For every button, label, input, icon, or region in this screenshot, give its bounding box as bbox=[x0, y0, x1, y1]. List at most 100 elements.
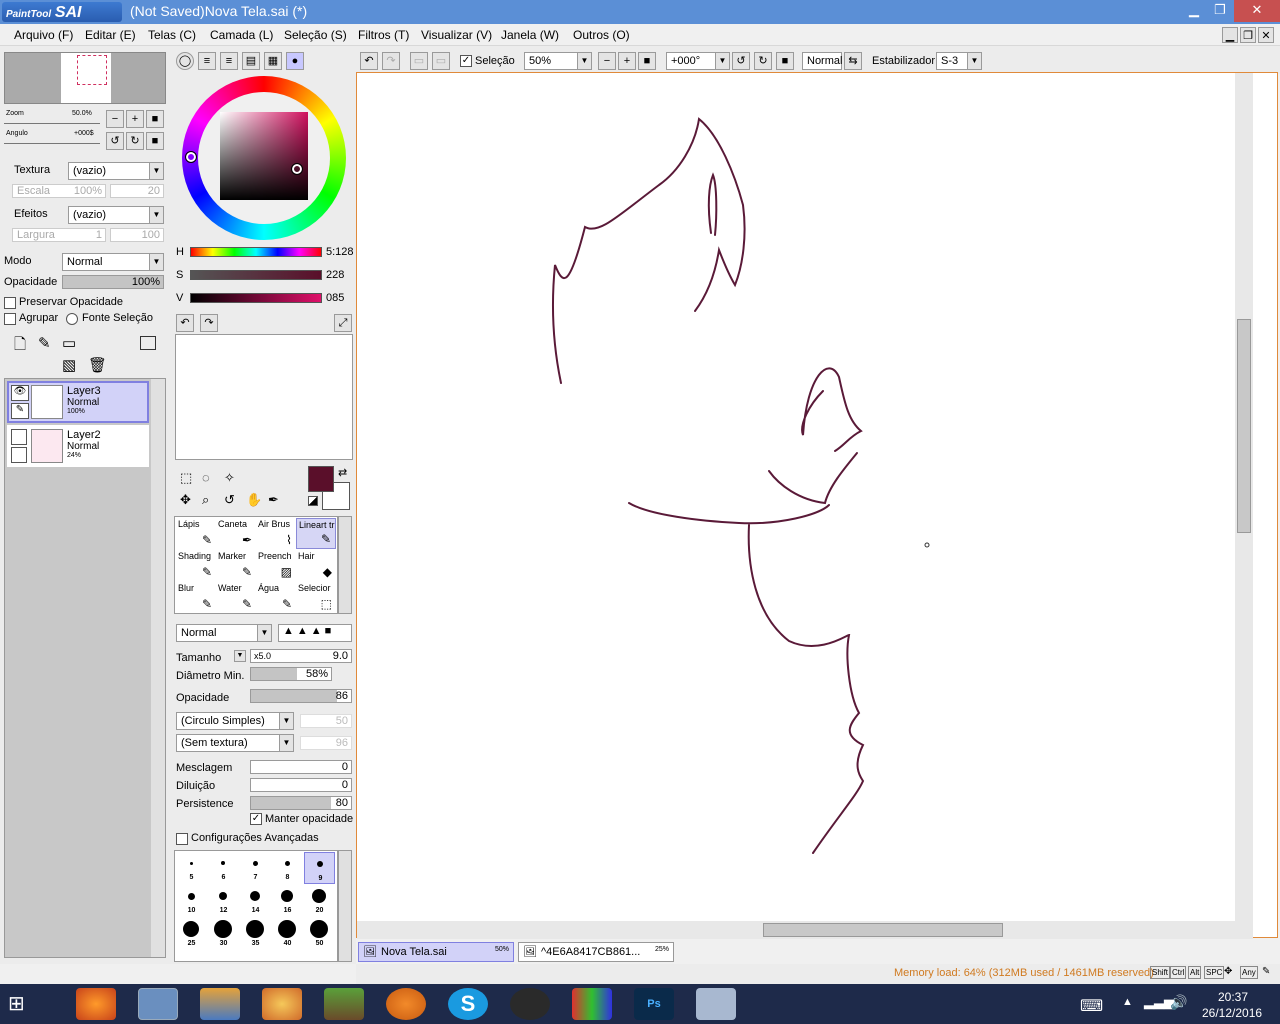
canvas-area[interactable] bbox=[356, 72, 1278, 939]
advanced-settings-checkbox[interactable] bbox=[176, 833, 188, 845]
horizontal-scrollbar[interactable] bbox=[357, 921, 1253, 939]
brush-size-cell[interactable]: 40 bbox=[272, 918, 303, 950]
skype-icon[interactable]: S bbox=[448, 988, 488, 1020]
flip-view-button[interactable]: ⇆ bbox=[844, 52, 862, 70]
zoom-reset-button[interactable]: ■ bbox=[146, 110, 164, 128]
selection-source-radio[interactable] bbox=[66, 313, 78, 325]
invert-selection-button[interactable]: ▭ bbox=[432, 52, 450, 70]
zoom-select[interactable]: 50% ▼ bbox=[524, 52, 592, 70]
hue-cursor[interactable] bbox=[185, 151, 197, 163]
toolbar-zoom-out-button[interactable]: − bbox=[598, 52, 616, 70]
toolbar-rotate-left-button[interactable]: ↺ bbox=[732, 52, 750, 70]
tool--gua[interactable]: Água ✎ bbox=[256, 582, 296, 613]
toolbar-zoom-reset-button[interactable]: ■ bbox=[638, 52, 656, 70]
brush-blend-select[interactable]: Normal ▼ bbox=[176, 624, 272, 642]
clear-layer-icon[interactable]: ▧ bbox=[62, 356, 76, 374]
rotate-tool-icon[interactable]: ↺ bbox=[224, 492, 235, 508]
toolbar-zoom-in-button[interactable]: + bbox=[618, 52, 636, 70]
brush-size-cell[interactable]: 10 bbox=[176, 885, 207, 917]
hand-icon[interactable]: ✋ bbox=[246, 492, 262, 508]
tool-preench[interactable]: Preench ▨ bbox=[256, 550, 296, 581]
dilution-slider[interactable]: 0 bbox=[250, 778, 352, 792]
lasso-icon[interactable]: ◌ bbox=[202, 470, 210, 485]
menu-selecao[interactable]: Seleção (S) bbox=[284, 28, 347, 42]
paint-net-icon[interactable] bbox=[572, 988, 612, 1020]
brush-shape-select[interactable]: (Circulo Simples) ▼ bbox=[176, 712, 294, 730]
new-layer-icon[interactable]: 🗋 bbox=[14, 334, 26, 359]
preserve-opacity-checkbox[interactable] bbox=[4, 297, 16, 309]
vertical-scrollbar[interactable] bbox=[1235, 73, 1253, 937]
new-vector-layer-icon[interactable]: ✎ bbox=[38, 334, 51, 352]
view-mode-select[interactable]: Normal bbox=[802, 52, 842, 70]
undo-color-button[interactable]: ↶ bbox=[176, 314, 194, 332]
blend-slider[interactable]: 0 bbox=[250, 760, 352, 774]
size-grid-scrollbar[interactable] bbox=[338, 850, 352, 962]
scratchpad-expand-button[interactable]: ⤢ bbox=[334, 314, 352, 332]
mdi-restore-button[interactable]: ❐ bbox=[1240, 27, 1256, 43]
brush-size-cell[interactable]: 16 bbox=[272, 885, 303, 917]
size-mult-button[interactable]: ▼ bbox=[234, 650, 246, 662]
menu-telas[interactable]: Telas (C) bbox=[148, 28, 196, 42]
effects-select[interactable]: (vazio) ▼ bbox=[68, 206, 164, 224]
rotate-left-button[interactable]: ↺ bbox=[106, 132, 124, 150]
brush-opacity-slider[interactable]: 86 bbox=[250, 689, 352, 703]
tool-blur[interactable]: Blur ✎ bbox=[176, 582, 216, 613]
group-checkbox[interactable] bbox=[4, 313, 16, 325]
navigator-preview[interactable] bbox=[4, 52, 166, 104]
brush-size-cell[interactable]: 12 bbox=[208, 885, 239, 917]
layer-opacity-slider[interactable]: 100% bbox=[62, 275, 164, 289]
brush-size-cell[interactable]: 5 bbox=[176, 852, 207, 884]
menu-visualizar[interactable]: Visualizar (V) bbox=[421, 28, 492, 42]
brush-texture-select[interactable]: (Sem textura) ▼ bbox=[176, 734, 294, 752]
show-selection-checkbox[interactable]: ✓ bbox=[460, 55, 472, 67]
horizontal-scroll-thumb[interactable] bbox=[763, 923, 1003, 937]
tool-lineart-tr[interactable]: Lineart tr ✎ bbox=[296, 518, 336, 549]
tool-l-pis[interactable]: Lápis ✎ bbox=[176, 518, 216, 549]
brush-size-cell[interactable]: 7 bbox=[240, 852, 271, 884]
angle-select[interactable]: +000° ▼ bbox=[666, 52, 730, 70]
photoshop-icon[interactable]: Ps bbox=[634, 988, 674, 1020]
color-wheel-tab[interactable]: ◯ bbox=[176, 52, 194, 70]
menu-outros[interactable]: Outros (O) bbox=[573, 28, 630, 42]
tab-reference-image[interactable]: 🖼 ^4E6A8417CB861... 25% bbox=[518, 942, 674, 962]
menu-filtros[interactable]: Filtros (T) bbox=[358, 28, 409, 42]
texture-select[interactable]: (vazio) ▼ bbox=[68, 162, 164, 180]
eye-icon[interactable]: 👁 bbox=[11, 385, 29, 401]
move-icon[interactable]: ✥ bbox=[180, 492, 191, 508]
scratchpad-area[interactable] bbox=[175, 334, 353, 460]
min-diameter-slider[interactable]: 58% bbox=[250, 667, 332, 681]
rotate-right-button[interactable]: ↻ bbox=[126, 132, 144, 150]
toolbar-rotate-reset-button[interactable]: ■ bbox=[776, 52, 794, 70]
primary-color-swatch[interactable] bbox=[308, 466, 334, 492]
tool-hair[interactable]: Hair ◆ bbox=[296, 550, 336, 581]
clock-date[interactable]: 26/12/2016 bbox=[1202, 1006, 1262, 1020]
minecraft-icon[interactable] bbox=[324, 988, 364, 1020]
tool-selecior[interactable]: Selecior ⬚ bbox=[296, 582, 336, 613]
pen-icon[interactable]: ✎ bbox=[11, 403, 29, 419]
zoom-out-button[interactable]: − bbox=[106, 110, 124, 128]
rotate-reset-button[interactable]: ■ bbox=[146, 132, 164, 150]
vertical-scroll-thumb[interactable] bbox=[1237, 319, 1251, 533]
zoom-tool-icon[interactable]: ⌕ bbox=[202, 492, 209, 508]
brush-size-cell[interactable]: 30 bbox=[208, 918, 239, 950]
stabilizer-select[interactable]: S-3 ▼ bbox=[936, 52, 982, 70]
redo-color-button[interactable]: ↷ bbox=[200, 314, 218, 332]
size-slider[interactable]: x5.0 9.0 bbox=[250, 649, 352, 663]
tool-shading[interactable]: Shading ✎ bbox=[176, 550, 216, 581]
eyedropper-icon[interactable]: ✒ bbox=[268, 492, 279, 508]
rect-select-icon[interactable]: ⬚ bbox=[180, 470, 192, 486]
tool-caneta[interactable]: Caneta ✒ bbox=[216, 518, 256, 549]
tool-marker[interactable]: Marker ✎ bbox=[216, 550, 256, 581]
hsv-slider-tab[interactable]: ≡ bbox=[220, 52, 238, 70]
zoom-slider[interactable] bbox=[4, 120, 100, 124]
scratchpad-tab[interactable]: ▦ bbox=[264, 52, 282, 70]
firefox-icon[interactable] bbox=[76, 988, 116, 1020]
app-icon-3[interactable] bbox=[200, 988, 240, 1020]
keyboard-icon[interactable]: ⌨ bbox=[1080, 996, 1103, 1016]
menu-editar[interactable]: Editar (E) bbox=[85, 28, 136, 42]
tool-scrollbar[interactable] bbox=[338, 516, 352, 614]
brush-size-cell[interactable]: 9 bbox=[304, 852, 335, 884]
media-player-icon[interactable] bbox=[386, 988, 426, 1020]
lock-toggle[interactable] bbox=[11, 447, 27, 463]
redo-button[interactable]: ↷ bbox=[382, 52, 400, 70]
